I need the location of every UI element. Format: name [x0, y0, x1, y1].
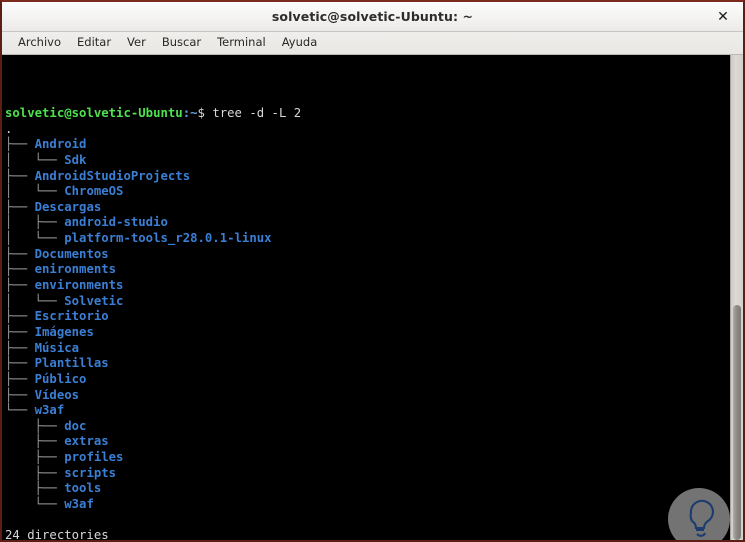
- directory-name: w3af: [34, 403, 65, 418]
- tree-entry: │ └── platform-tools_r28.0.1-linux: [5, 231, 730, 247]
- tree-entry: ├── Música: [5, 341, 730, 357]
- directory-name: tools: [64, 481, 102, 496]
- title-bar: solvetic@solvetic-Ubuntu: ~ ✕: [2, 2, 743, 32]
- tree-branch-glyph: ├──: [5, 387, 35, 402]
- tree-entry: ├── enironments: [5, 262, 730, 278]
- tree-entry: └── w3af: [5, 497, 730, 513]
- tree-entry: ├── extras: [5, 434, 730, 450]
- directory-count: 24 directories: [5, 528, 109, 540]
- tree-branch-glyph: │ ├──: [5, 215, 65, 230]
- tree-root-line: .: [5, 122, 730, 138]
- tree-branch-glyph: ├──: [5, 168, 35, 183]
- tree-branch-glyph: │ └──: [5, 152, 65, 167]
- window-title: solvetic@solvetic-Ubuntu: ~: [271, 9, 474, 24]
- directory-name: ChromeOS: [64, 184, 124, 199]
- tree-entry: ├── Android: [5, 137, 730, 153]
- tree-entry: │ ├── android-studio: [5, 215, 730, 231]
- directory-name: Sdk: [64, 152, 87, 167]
- vertical-scrollbar[interactable]: [730, 55, 743, 540]
- prompt-sigil: $: [197, 105, 213, 120]
- directory-name: Documentos: [34, 246, 109, 261]
- directory-name: Música: [34, 340, 80, 355]
- directory-name: extras: [64, 434, 109, 449]
- menu-ver[interactable]: Ver: [119, 35, 154, 52]
- summary-line: 24 directories: [5, 528, 730, 540]
- tree-branch-glyph: └──: [5, 496, 65, 511]
- tree-branch-glyph: ├──: [5, 246, 35, 261]
- scrollbar-thumb[interactable]: [733, 305, 741, 540]
- terminal-window: solvetic@solvetic-Ubuntu: ~ ✕ Archivo Ed…: [0, 0, 745, 542]
- tree-entry: │ └── Sdk: [5, 153, 730, 169]
- tree-branch-glyph: │ └──: [5, 231, 65, 246]
- tree-entry: ├── scripts: [5, 466, 730, 482]
- tree-branch-glyph: ├──: [5, 340, 35, 355]
- menu-editar[interactable]: Editar: [69, 35, 119, 52]
- tree-entry: ├── profiles: [5, 450, 730, 466]
- directory-name: Android: [34, 137, 87, 152]
- close-icon[interactable]: ✕: [713, 7, 733, 27]
- tree-entry: │ └── Solvetic: [5, 294, 730, 310]
- directory-name: scripts: [64, 465, 117, 480]
- directory-name: Vídeos: [34, 387, 80, 402]
- tree-branch-glyph: ├──: [5, 262, 35, 277]
- tree-entry: ├── Plantillas: [5, 356, 730, 372]
- menu-terminal[interactable]: Terminal: [209, 35, 274, 52]
- directory-name: AndroidStudioProjects: [34, 168, 191, 183]
- menu-ayuda[interactable]: Ayuda: [274, 35, 326, 52]
- tree-branch-glyph: ├──: [5, 465, 65, 480]
- directory-name: Público: [34, 371, 87, 386]
- tree-entry: ├── Documentos: [5, 247, 730, 263]
- tree-entry: ├── Vídeos: [5, 388, 730, 404]
- tree-entry: ├── Público: [5, 372, 730, 388]
- tree-entry: ├── Descargas: [5, 200, 730, 216]
- terminal-area: solvetic@solvetic-Ubuntu:~$ tree -d -L 2…: [2, 55, 743, 540]
- command-prompt-line: solvetic@solvetic-Ubuntu:~$ tree -d -L 2: [5, 106, 730, 122]
- tree-branch-glyph: ├──: [5, 371, 35, 386]
- directory-name: profiles: [64, 450, 124, 465]
- tree-branch-glyph: ├──: [5, 278, 35, 293]
- tree-branch-glyph: ├──: [5, 356, 35, 371]
- tree-branch-glyph: ├──: [5, 199, 35, 214]
- tree-branch-glyph: │ └──: [5, 293, 65, 308]
- directory-name: platform-tools_r28.0.1-linux: [64, 231, 272, 246]
- tree-branch-glyph: │ └──: [5, 184, 65, 199]
- tree-branch-glyph: └──: [5, 403, 35, 418]
- prompt-user-host: solvetic@solvetic-Ubuntu: [5, 105, 183, 120]
- tree-branch-glyph: ├──: [5, 481, 65, 496]
- directory-name: Escritorio: [34, 309, 109, 324]
- directory-name: Solvetic: [64, 293, 124, 308]
- tree-root: .: [5, 121, 13, 136]
- directory-name: Imágenes: [34, 324, 94, 339]
- directory-name: enironments: [34, 262, 117, 277]
- tree-entry: ├── environments: [5, 278, 730, 294]
- menu-buscar[interactable]: Buscar: [154, 35, 209, 52]
- tree-branch-glyph: ├──: [5, 137, 35, 152]
- tree-entry: ├── tools: [5, 481, 730, 497]
- command-text: tree -d -L 2: [212, 105, 302, 120]
- tree-entry: └── w3af: [5, 403, 730, 419]
- tree-entry: │ └── ChromeOS: [5, 184, 730, 200]
- tree-branch-glyph: ├──: [5, 450, 65, 465]
- directory-name: w3af: [64, 496, 94, 511]
- directory-name: Plantillas: [34, 356, 109, 371]
- tree-entry: ├── Escritorio: [5, 309, 730, 325]
- tree-branch-glyph: ├──: [5, 309, 35, 324]
- tree-entry: ├── Imágenes: [5, 325, 730, 341]
- prompt-path: :~: [182, 105, 198, 120]
- menu-archivo[interactable]: Archivo: [10, 35, 69, 52]
- tree-branch-glyph: ├──: [5, 434, 65, 449]
- terminal-output[interactable]: solvetic@solvetic-Ubuntu:~$ tree -d -L 2…: [2, 55, 730, 540]
- tree-entry: ├── doc: [5, 419, 730, 435]
- directory-name: android-studio: [64, 215, 168, 230]
- tree-entry: ├── AndroidStudioProjects: [5, 169, 730, 185]
- directory-name: environments: [34, 278, 124, 293]
- tree-branch-glyph: ├──: [5, 418, 65, 433]
- directory-name: doc: [64, 418, 87, 433]
- tree-branch-glyph: ├──: [5, 324, 35, 339]
- menu-bar: Archivo Editar Ver Buscar Terminal Ayuda: [2, 32, 743, 55]
- directory-name: Descargas: [34, 199, 102, 214]
